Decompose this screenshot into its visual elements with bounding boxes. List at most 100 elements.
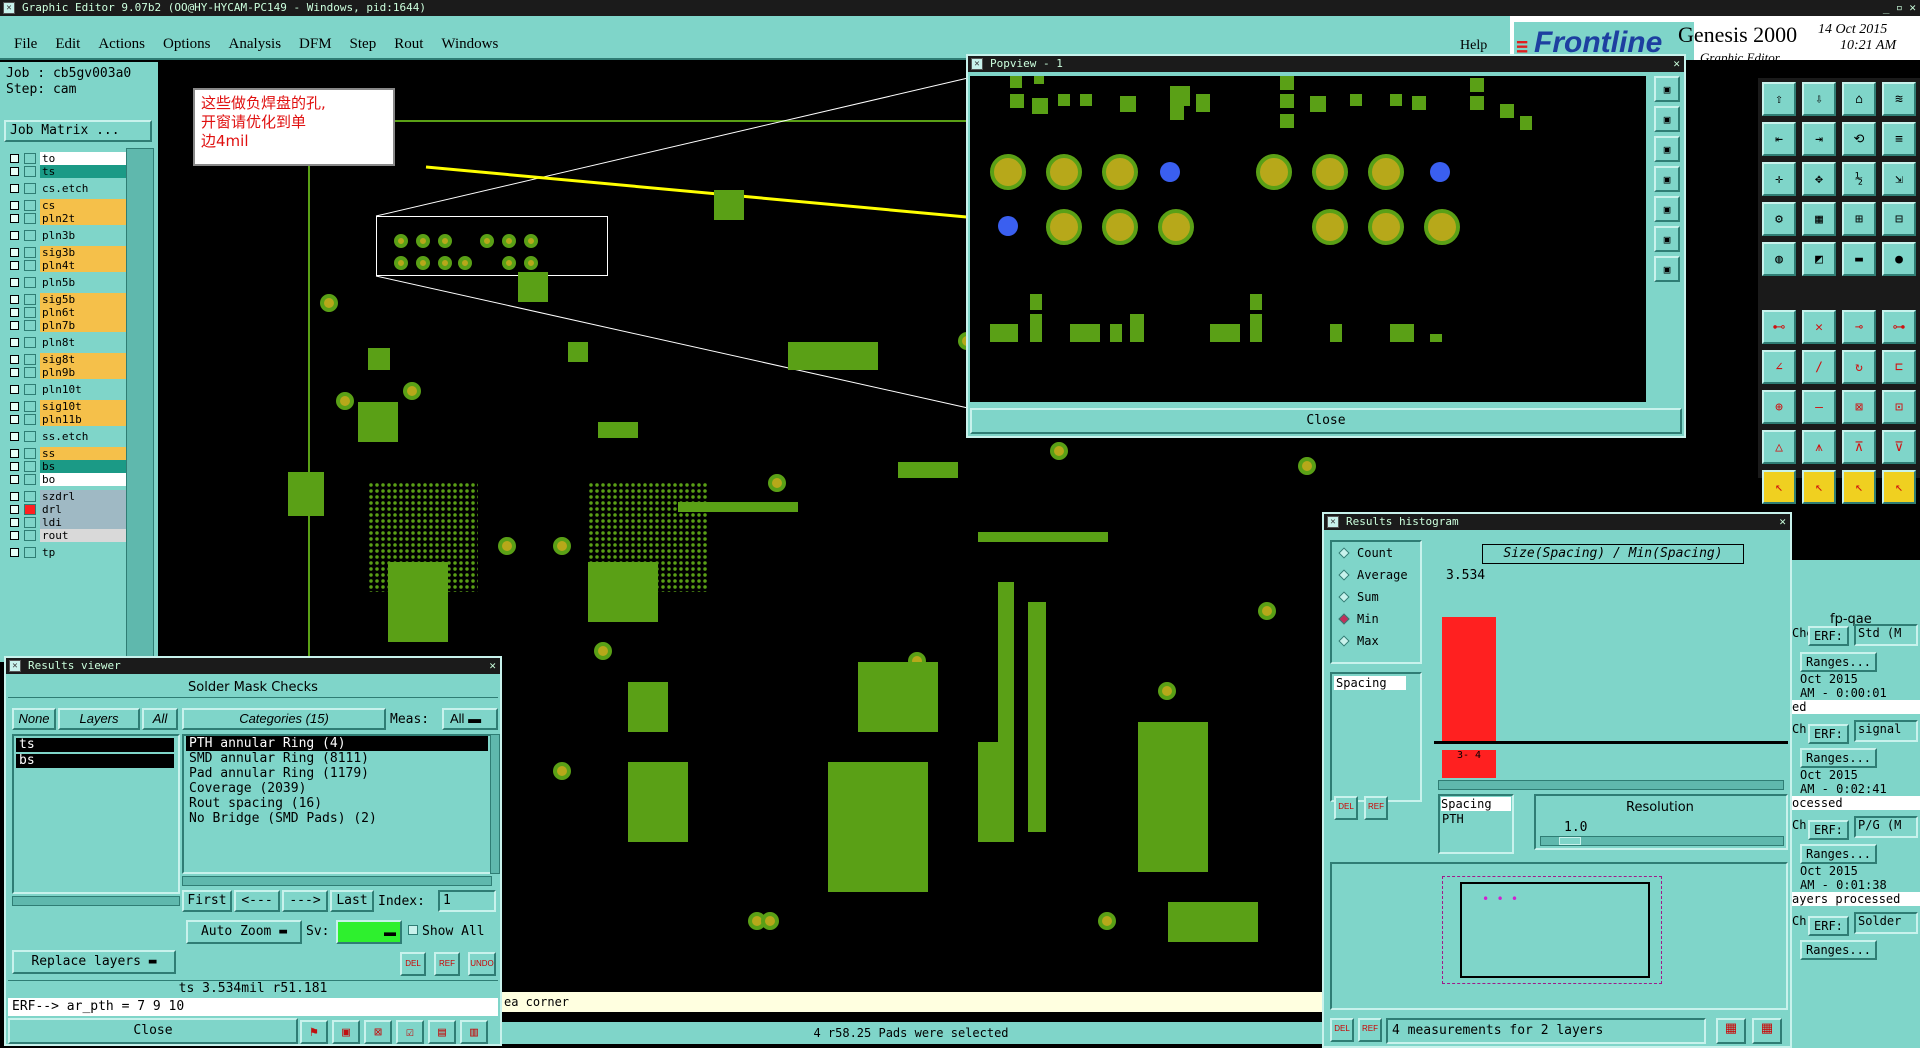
popview-tool-icon[interactable]: ▣ [1654, 226, 1680, 252]
layer-checkbox[interactable] [10, 231, 19, 240]
popview-tool-icon[interactable]: ▣ [1654, 256, 1680, 282]
layer-checkbox[interactable] [10, 167, 19, 176]
palette-tool-icon[interactable]: ⇧ [1762, 82, 1796, 116]
palette-tool-icon[interactable]: ⟲ [1842, 122, 1876, 156]
layer-row-tp[interactable]: tp [6, 546, 126, 559]
results-action-icon[interactable]: ▥ [460, 1020, 488, 1044]
popview-tool-icon[interactable]: ▣ [1654, 136, 1680, 162]
popview-tool-icon[interactable]: ▣ [1654, 76, 1680, 102]
radio-average[interactable]: Average [1338, 568, 1408, 582]
menu-step[interactable]: Step [350, 36, 377, 52]
layer-checkbox[interactable] [10, 518, 19, 527]
layer-color-swatch[interactable] [24, 384, 36, 395]
histogram-menu-icon[interactable]: ✕ [1327, 516, 1339, 528]
undo-button[interactable]: UNDO [468, 952, 496, 976]
window-menu-icon[interactable]: ✕ [3, 2, 15, 14]
category-item[interactable]: Coverage (2039) [186, 781, 488, 796]
layer-checkbox[interactable] [10, 295, 19, 304]
spacing-item[interactable]: Spacing [1441, 797, 1511, 811]
histogram-ref-button[interactable]: REF [1364, 796, 1388, 820]
category-item[interactable]: Pad annular Ring (1179) [186, 766, 488, 781]
popview-close-button[interactable]: Close [970, 408, 1682, 434]
layer-row-pln2t[interactable]: pln2t [6, 212, 126, 225]
layer-color-swatch[interactable] [24, 491, 36, 502]
first-button[interactable]: First [182, 890, 232, 912]
layer-color-swatch[interactable] [24, 200, 36, 211]
layer-checkbox[interactable] [10, 201, 19, 210]
palette-tool-icon[interactable]: ↖ [1842, 470, 1876, 504]
layer-checkbox[interactable] [10, 338, 19, 347]
pth-item[interactable]: PTH [1442, 812, 1512, 826]
palette-tool-icon[interactable]: ⊼ [1842, 430, 1876, 464]
layer-row-sig3b[interactable]: sig3b [6, 246, 126, 259]
menu-analysis[interactable]: Analysis [229, 36, 282, 52]
layer-color-swatch[interactable] [24, 530, 36, 541]
menu-file[interactable]: File [14, 36, 37, 52]
layer-color-swatch[interactable] [24, 504, 36, 515]
palette-tool-icon[interactable]: ⇥ [1802, 122, 1836, 156]
radio-indicator[interactable] [1338, 569, 1350, 581]
category-item[interactable]: Rout spacing (16) [186, 796, 488, 811]
palette-tool-icon[interactable]: ½ [1842, 162, 1876, 196]
palette-tool-icon[interactable]: ⊶ [1882, 310, 1916, 344]
palette-tool-icon[interactable]: ✥ [1802, 162, 1836, 196]
categories-button[interactable]: Categories (15) [182, 708, 386, 730]
layer-checkbox[interactable] [10, 548, 19, 557]
summary-ref-button[interactable]: REF [1358, 1018, 1382, 1042]
palette-tool-icon[interactable]: ▬ [1842, 242, 1876, 276]
layer-color-swatch[interactable] [24, 183, 36, 194]
palette-tool-icon[interactable]: ⊏ [1882, 350, 1916, 384]
layer-checkbox[interactable] [10, 531, 19, 540]
sv-color-select[interactable]: ▬ [336, 920, 402, 944]
layer-checkbox[interactable] [10, 462, 19, 471]
histogram-close-icon[interactable]: ✕ [1779, 514, 1786, 530]
results-action-icon[interactable]: ☑ [396, 1020, 424, 1044]
layer-color-swatch[interactable] [24, 517, 36, 528]
palette-tool-icon[interactable]: ⊠ [1842, 390, 1876, 424]
layer-scrollbar[interactable] [126, 148, 154, 663]
category-item[interactable]: No Bridge (SMD Pads) (2) [186, 811, 488, 826]
layer-checkbox[interactable] [10, 402, 19, 411]
palette-tool-icon[interactable]: ∠ [1762, 350, 1796, 384]
layer-row-cs[interactable]: cs [6, 199, 126, 212]
auto-zoom-select[interactable]: Auto Zoom ▬ [186, 920, 302, 944]
results-close-button[interactable]: Close [8, 1018, 298, 1044]
popview-menu-icon[interactable]: ✕ [971, 58, 983, 70]
right-ranges-button[interactable]: Ranges... [1800, 652, 1878, 672]
category-item[interactable]: SMD annular Ring (8111) [186, 751, 488, 766]
layer-row-pln10t[interactable]: pln10t [6, 383, 126, 396]
palette-tool-icon[interactable]: ✛ [1762, 162, 1796, 196]
palette-tool-icon[interactable]: ◍ [1762, 242, 1796, 276]
layer-checkbox[interactable] [10, 368, 19, 377]
layer-checkbox[interactable] [10, 214, 19, 223]
layer-color-swatch[interactable] [24, 277, 36, 288]
summary-del-button[interactable]: DEL [1330, 1018, 1354, 1042]
popview-tool-icon[interactable]: ▣ [1654, 106, 1680, 132]
layer-row-rout[interactable]: rout [6, 529, 126, 542]
palette-tool-icon[interactable]: ⌂ [1842, 82, 1876, 116]
menu-rout[interactable]: Rout [394, 36, 423, 52]
palette-tool-icon[interactable]: ≡ [1882, 122, 1916, 156]
layer-color-swatch[interactable] [24, 260, 36, 271]
layer-row-bs[interactable]: bs [6, 460, 126, 473]
popview-canvas[interactable] [970, 76, 1646, 402]
layer-checkbox[interactable] [10, 321, 19, 330]
palette-tool-icon[interactable]: ● [1882, 242, 1916, 276]
right-erf-label-2[interactable]: ERF: [1808, 724, 1849, 744]
histogram-list-item[interactable]: Spacing [1334, 676, 1406, 690]
palette-tool-icon[interactable]: ⊡ [1882, 390, 1916, 424]
right-erf-label-4[interactable]: ERF: [1808, 916, 1849, 936]
layer-row-sig5b[interactable]: sig5b [6, 293, 126, 306]
palette-tool-icon[interactable]: ↖ [1882, 470, 1916, 504]
none-button[interactable]: None [12, 708, 56, 730]
palette-tool-icon[interactable]: ✕ [1802, 310, 1836, 344]
layer-color-swatch[interactable] [24, 153, 36, 164]
layer-row-cs.etch[interactable]: cs.etch [6, 182, 126, 195]
layer-checkbox[interactable] [10, 432, 19, 441]
palette-tool-icon[interactable]: ⊕ [1762, 390, 1796, 424]
radio-max[interactable]: Max [1338, 634, 1379, 648]
layer-checkbox[interactable] [10, 449, 19, 458]
layer-row-pln6t[interactable]: pln6t [6, 306, 126, 319]
help-menu[interactable]: Help [1460, 38, 1487, 54]
right-erf-label[interactable]: ERF: [1808, 626, 1849, 646]
